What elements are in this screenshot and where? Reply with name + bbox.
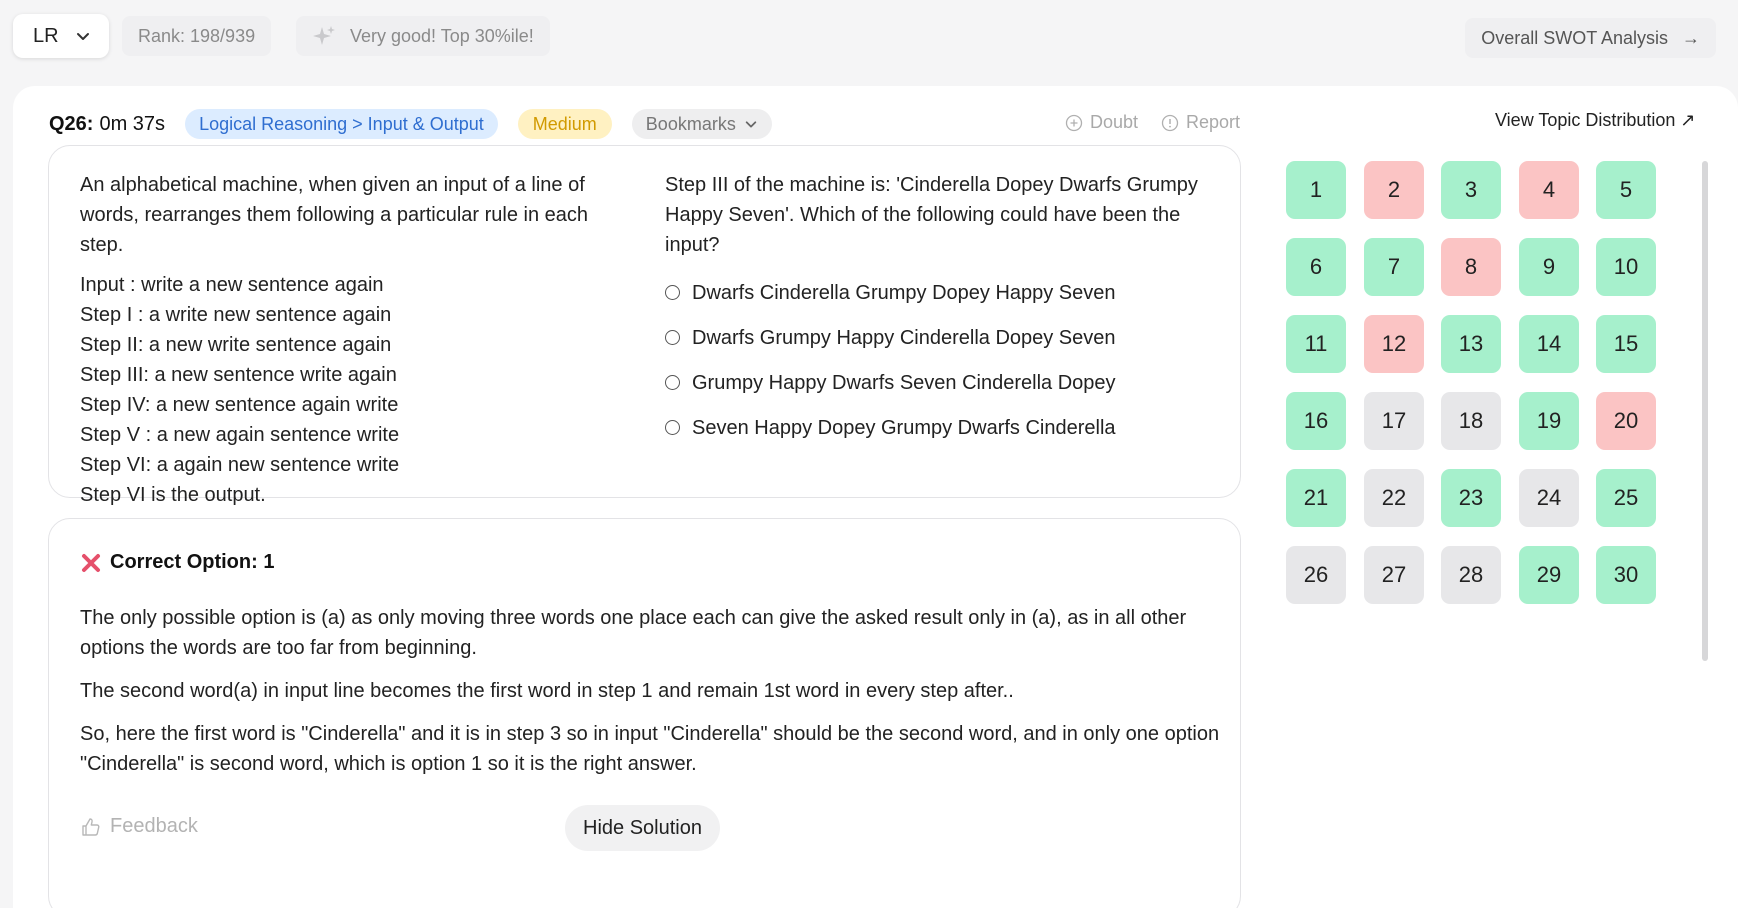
subject-dropdown[interactable]: LR [13, 14, 109, 58]
step-line: Step III: a new sentence write again [80, 364, 397, 386]
radio-button[interactable] [665, 330, 680, 345]
question-nav-button[interactable]: 18 [1441, 392, 1501, 450]
question-stem: Step III of the machine is: 'Cinderella … [665, 174, 1198, 256]
grid-scrollbar[interactable] [1702, 161, 1708, 661]
question-nav-button[interactable]: 30 [1596, 546, 1656, 604]
question-nav-button[interactable]: 13 [1441, 315, 1501, 373]
question-nav-button[interactable]: 19 [1519, 392, 1579, 450]
question-header: Q26: 0m 37s Logical Reasoning > Input & … [49, 108, 772, 140]
question-nav-button[interactable]: 15 [1596, 315, 1656, 373]
option-2[interactable]: Dwarfs Grumpy Happy Cinderella Dopey Sev… [665, 315, 1225, 360]
bookmarks-label: Bookmarks [645, 113, 736, 134]
question-nav-button[interactable]: 6 [1286, 238, 1346, 296]
question-nav-button[interactable]: 27 [1364, 546, 1424, 604]
question-nav-button[interactable]: 1 [1286, 161, 1346, 219]
hide-solution-button[interactable]: Hide Solution [565, 805, 720, 851]
question-nav-button[interactable]: 28 [1441, 546, 1501, 604]
step-line: Step IV: a new sentence again write [80, 394, 399, 416]
question-nav-button[interactable]: 4 [1519, 161, 1579, 219]
option-label: Dwarfs Grumpy Happy Cinderella Dopey Sev… [692, 326, 1116, 349]
report-label: Report [1186, 112, 1241, 132]
solution-card: Correct Option: 1 The only possible opti… [48, 518, 1241, 908]
question-nav-button[interactable]: 25 [1596, 469, 1656, 527]
hide-solution-label: Hide Solution [583, 816, 702, 839]
info-circle-icon [1161, 114, 1179, 131]
rank-badge: Rank: 198/939 [122, 16, 272, 56]
option-3[interactable]: Grumpy Happy Dwarfs Seven Cinderella Dop… [665, 360, 1225, 405]
question-nav-button[interactable]: 8 [1441, 238, 1501, 296]
question-nav-button[interactable]: 7 [1364, 238, 1424, 296]
plus-circle-icon [1065, 114, 1083, 131]
topic-distribution-label: View Topic Distribution ↗ [1495, 110, 1696, 130]
doubt-label: Doubt [1090, 112, 1139, 132]
question-nav-button[interactable]: 9 [1519, 238, 1579, 296]
doubt-button[interactable]: Doubt [1065, 112, 1138, 133]
question-nav-button[interactable]: 17 [1364, 392, 1424, 450]
feedback-label: Feedback [110, 815, 198, 837]
top-bar: LR Rank: 198/939 Very good! Top 30%ile! … [0, 0, 1738, 80]
radio-button[interactable] [665, 285, 680, 300]
question-nav-button[interactable]: 2 [1364, 161, 1424, 219]
report-button[interactable]: Report [1161, 112, 1240, 133]
question-number: Q26: [49, 112, 94, 135]
solution-explanation: The only possible option is (a) as only … [80, 603, 1220, 792]
difficulty-tag: Medium [517, 109, 612, 139]
rank-text: Rank: 198/939 [138, 25, 256, 46]
step-line: Step VI is the output. [80, 484, 266, 506]
step-line: Input : write a new sentence again [80, 274, 384, 296]
question-nav-button[interactable]: 21 [1286, 469, 1346, 527]
question-options-area: Step III of the machine is: 'Cinderella … [665, 170, 1225, 450]
question-nav-button[interactable]: 12 [1364, 315, 1424, 373]
radio-button[interactable] [665, 375, 680, 390]
topic-distribution-link[interactable]: View Topic Distribution ↗ [1495, 110, 1696, 131]
chevron-down-icon [745, 121, 757, 128]
step-line: Step V : a new again sentence write [80, 424, 400, 446]
question-nav-button[interactable]: 10 [1596, 238, 1656, 296]
question-nav-button[interactable]: 26 [1286, 546, 1346, 604]
passage-intro: An alphabetical machine, when given an i… [80, 174, 589, 256]
step-line: Step I : a write new sentence again [80, 304, 392, 326]
question-nav-button[interactable]: 23 [1441, 469, 1501, 527]
correct-option-heading: Correct Option: 1 [80, 551, 274, 574]
option-label: Dwarfs Cinderella Grumpy Dopey Happy Sev… [692, 281, 1116, 304]
question-nav-button[interactable]: 11 [1286, 315, 1346, 373]
bookmarks-dropdown[interactable]: Bookmarks [631, 109, 772, 139]
option-1[interactable]: Dwarfs Cinderella Grumpy Dopey Happy Sev… [665, 270, 1225, 315]
question-nav-button[interactable]: 3 [1441, 161, 1501, 219]
sparkle-icon [313, 26, 335, 45]
chevron-down-icon [77, 33, 89, 40]
percentile-badge: Very good! Top 30%ile! [296, 16, 550, 56]
question-nav-button[interactable]: 22 [1364, 469, 1424, 527]
swot-analysis-link[interactable]: Overall SWOT Analysis → [1465, 18, 1716, 58]
thumbs-up-icon [82, 817, 100, 836]
swot-label: Overall SWOT Analysis [1481, 27, 1668, 48]
radio-button[interactable] [665, 420, 680, 435]
question-passage: An alphabetical machine, when given an i… [80, 170, 630, 510]
question-card: An alphabetical machine, when given an i… [48, 145, 1241, 506]
question-nav-button[interactable]: 5 [1596, 161, 1656, 219]
explanation-paragraph: The second word(a) in input line becomes… [80, 680, 1014, 702]
subject-label: LR [33, 24, 59, 47]
question-nav-button[interactable]: 24 [1519, 469, 1579, 527]
question-nav-button[interactable]: 16 [1286, 392, 1346, 450]
option-label: Seven Happy Dopey Grumpy Dwarfs Cinderel… [692, 416, 1116, 439]
explanation-paragraph: So, here the first word is "Cinderella" … [80, 723, 1220, 775]
percentile-text: Very good! Top 30%ile! [350, 25, 534, 46]
question-time: 0m 37s [99, 112, 166, 135]
cross-icon [82, 553, 100, 572]
topic-tag[interactable]: Logical Reasoning > Input & Output [185, 109, 498, 139]
question-nav-button[interactable]: 20 [1596, 392, 1656, 450]
correct-option-text: Correct Option: 1 [110, 551, 275, 573]
option-4[interactable]: Seven Happy Dopey Grumpy Dwarfs Cinderel… [665, 405, 1225, 450]
step-line: Step VI: a again new sentence write [80, 454, 400, 476]
option-label: Grumpy Happy Dwarfs Seven Cinderella Dop… [692, 371, 1116, 394]
feedback-button[interactable]: Feedback [80, 815, 198, 838]
arrow-right-icon: → [1682, 27, 1700, 48]
question-nav-button[interactable]: 29 [1519, 546, 1579, 604]
question-nav-button[interactable]: 14 [1519, 315, 1579, 373]
explanation-paragraph: The only possible option is (a) as only … [80, 607, 1187, 659]
step-line: Step II: a new write sentence again [80, 334, 392, 356]
